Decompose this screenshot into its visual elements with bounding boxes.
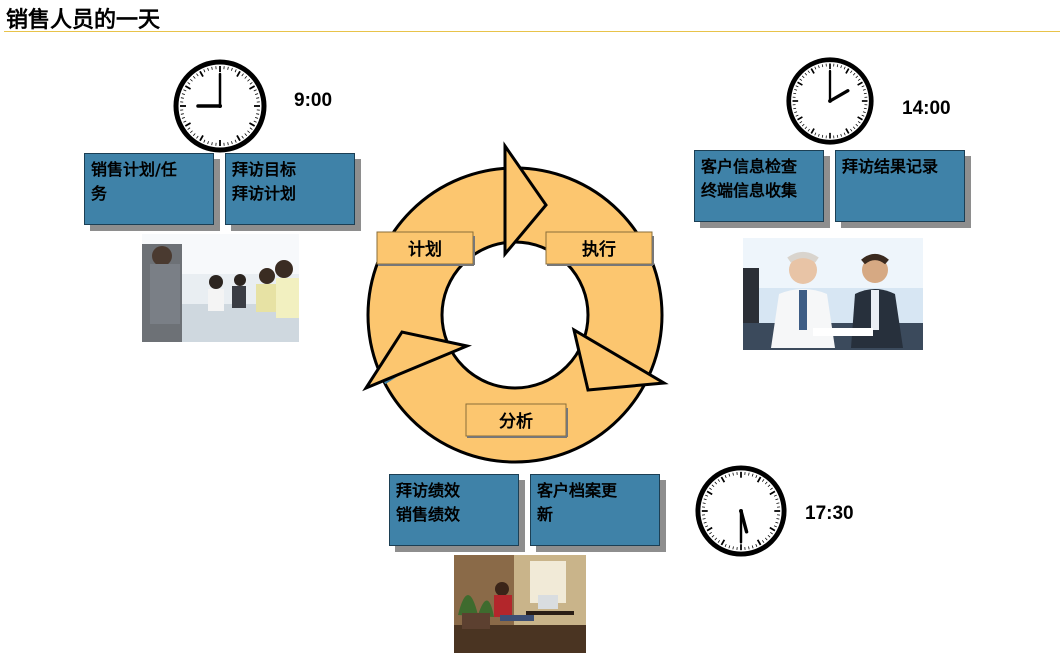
clock-icon-morning: [173, 59, 267, 153]
customer-file-line2: 新: [537, 505, 554, 524]
time-label-morning: 9:00: [294, 90, 333, 111]
time-label-evening: 17:30: [805, 503, 854, 524]
sales-plan-box: 销售计划/任 务: [84, 153, 214, 225]
visit-goal-line2: 拜访计划: [232, 184, 297, 203]
plan-label: 计划: [408, 239, 442, 260]
visit-goal-line1: 拜访目标: [232, 160, 297, 179]
clock-icon-afternoon: [786, 57, 874, 145]
visit-result-line1: 拜访结果记录: [842, 157, 939, 176]
time-label-afternoon: 14:00: [902, 98, 951, 119]
visit-performance-box: 拜访绩效 销售绩效: [389, 474, 519, 546]
plan-execute-analyze-cycle: 计划 执行 分析: [362, 141, 669, 464]
analyze-label: 分析: [499, 411, 533, 432]
customer-info-line2: 终端信息收集: [701, 181, 798, 200]
home-office-photo: [454, 555, 586, 653]
meeting-photo: [142, 234, 299, 342]
clock-icon-evening: [695, 465, 787, 557]
customer-file-line1: 客户档案更: [537, 481, 618, 500]
page-title: 销售人员的一天: [6, 8, 161, 33]
visit-performance-line2: 销售绩效: [396, 505, 461, 524]
customer-file-box: 客户档案更 新: [530, 474, 660, 546]
customer-info-box: 客户信息检查 终端信息收集: [694, 150, 824, 222]
sales-plan-line1: 销售计划/任: [91, 160, 177, 179]
visit-goal-box: 拜访目标 拜访计划: [225, 153, 355, 225]
title-divider: [4, 31, 1060, 32]
customer-info-line1: 客户信息检查: [701, 157, 798, 176]
execute-label: 执行: [582, 239, 616, 260]
visit-result-box: 拜访结果记录: [835, 150, 965, 222]
visit-performance-line1: 拜访绩效: [396, 481, 461, 500]
sales-plan-line2: 务: [91, 184, 108, 203]
client-meeting-photo: [743, 238, 923, 350]
